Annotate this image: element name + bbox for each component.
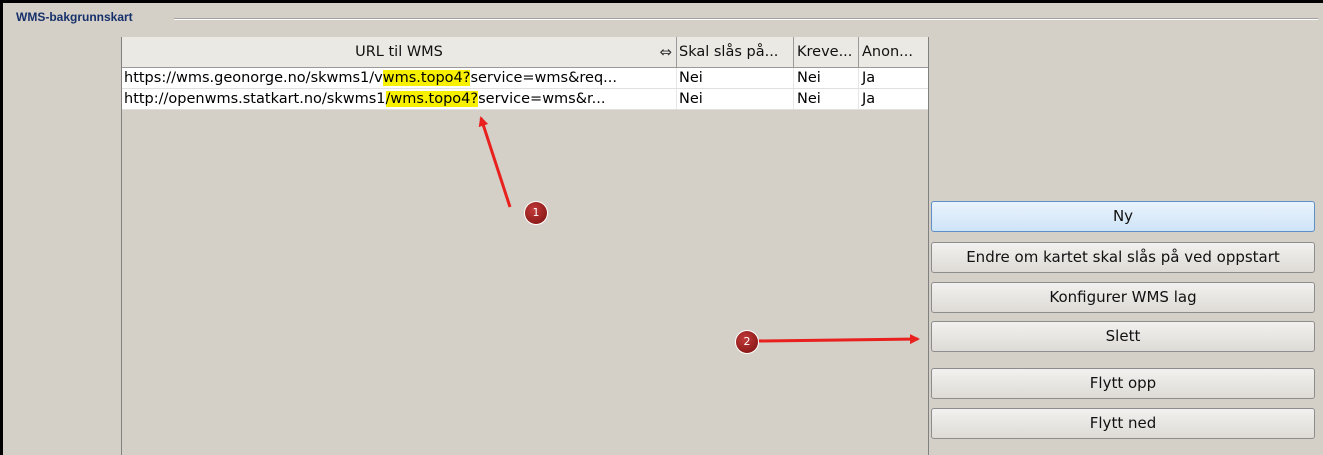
url-highlight: wms.topo4?: [382, 70, 471, 86]
konfigurer-wms-button[interactable]: Konfigurer WMS lag: [931, 282, 1315, 313]
url-text-pre: http://openwms.statkart.no/skwms1: [124, 91, 386, 107]
skal-cell: Nei: [677, 68, 794, 88]
window-border-top: [0, 0, 1323, 3]
group-divider: [174, 18, 1318, 20]
column-header-skal[interactable]: Skal slås på...: [677, 37, 794, 67]
table-row[interactable]: https://wms.geonorge.no/skwms1/vwms.topo…: [122, 68, 928, 89]
anon-cell: Ja: [862, 91, 876, 107]
endre-oppstart-button[interactable]: Endre om kartet skal slås på ved oppstar…: [931, 242, 1315, 273]
url-cell: http://openwms.statkart.no/skwms1/wms.to…: [122, 89, 677, 109]
url-text-post: service=wms&req...: [470, 70, 617, 86]
flytt-opp-button[interactable]: Flytt opp: [931, 368, 1315, 399]
url-cell: https://wms.geonorge.no/skwms1/vwms.topo…: [122, 68, 677, 88]
column-header-kreve[interactable]: Kreve...: [794, 37, 859, 67]
column-header-url[interactable]: URL til WMS ⇔: [122, 37, 677, 67]
column-resize-icon[interactable]: ⇔: [659, 37, 672, 67]
wms-table[interactable]: URL til WMS ⇔ Skal slås på... Kreve... A…: [121, 37, 929, 455]
ny-button[interactable]: Ny: [931, 201, 1315, 232]
annotation-marker-1: 1: [525, 202, 547, 224]
table-header: URL til WMS ⇔ Skal slås på... Kreve... A…: [122, 37, 928, 68]
annotation-marker-2: 2: [736, 331, 758, 353]
flytt-ned-button[interactable]: Flytt ned: [931, 408, 1315, 439]
table-row[interactable]: http://openwms.statkart.no/skwms1/wms.to…: [122, 89, 928, 110]
url-text-post: service=wms&r...: [478, 91, 606, 107]
url-text-pre: https://wms.geonorge.no/skwms1/v: [124, 70, 383, 86]
column-header-anon[interactable]: Anon...: [859, 37, 928, 67]
url-highlight: /wms.topo4?: [385, 91, 479, 107]
kreve-cell: Nei: [794, 68, 859, 88]
window-border-left: [0, 0, 3, 455]
column-header-url-label: URL til WMS: [355, 44, 443, 60]
slett-button[interactable]: Slett: [931, 321, 1315, 352]
kreve-cell: Nei: [794, 89, 859, 109]
group-title: WMS-bakgrunnskart: [16, 10, 133, 24]
skal-cell: Nei: [677, 89, 794, 109]
anon-cell: Ja: [862, 70, 876, 86]
